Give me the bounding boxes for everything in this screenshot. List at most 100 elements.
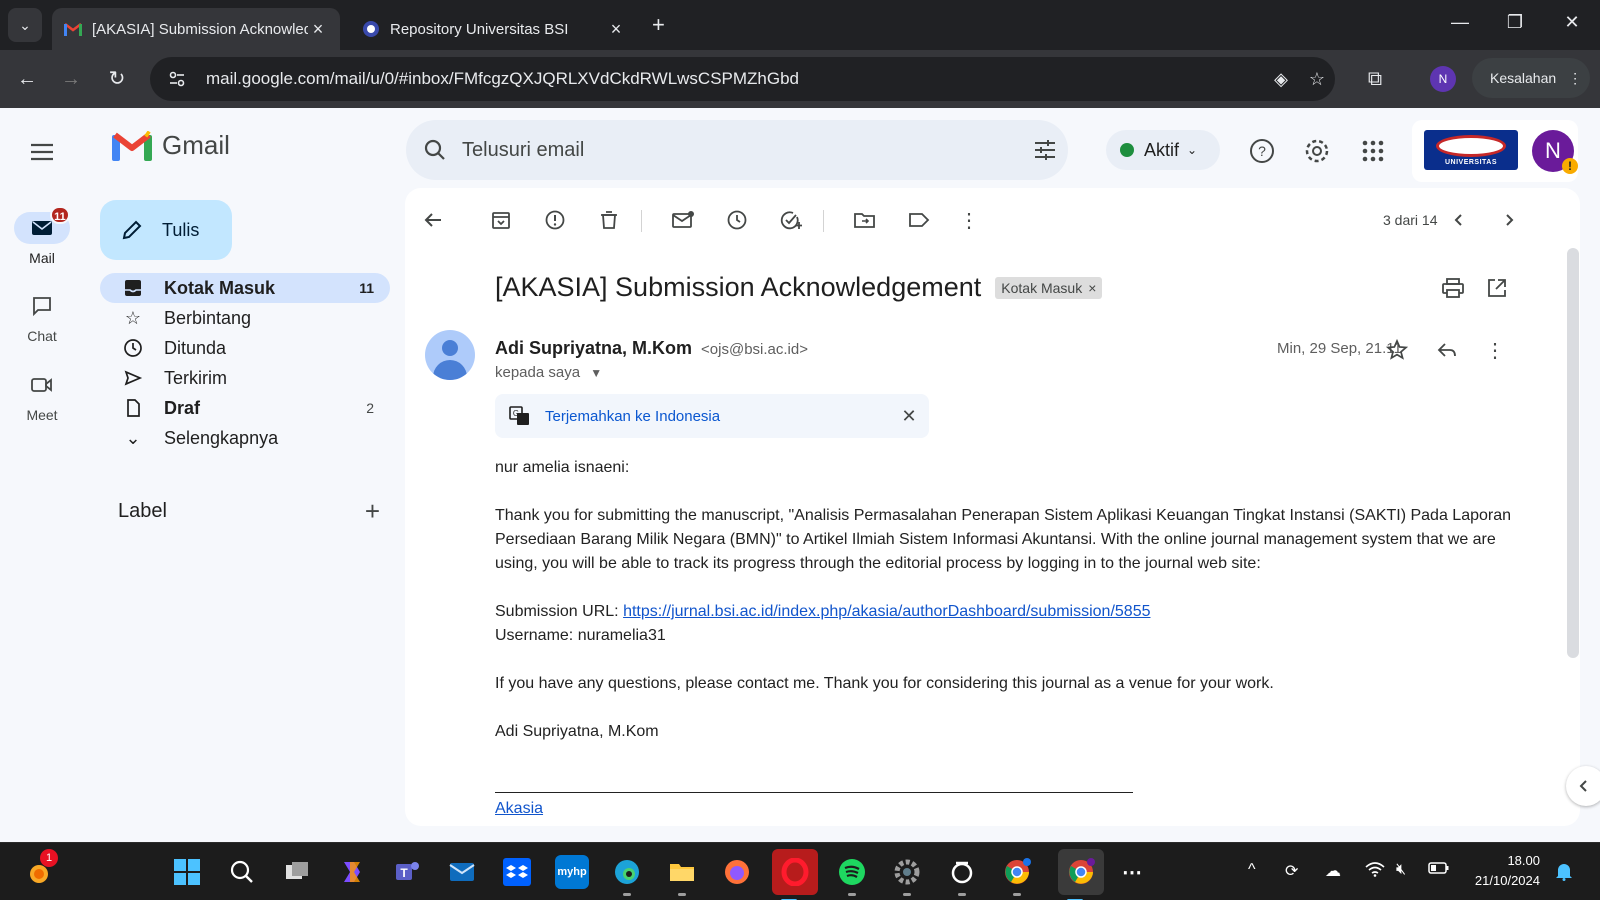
gmail-logo[interactable]: Gmail [112,130,230,161]
tab-search-button[interactable]: ⌄ [8,8,42,42]
windows-start-icon[interactable] [170,855,204,889]
search-bar[interactable]: Telusuri email [406,120,1068,180]
rail-chat[interactable]: Chat [0,290,84,344]
more-apps-icon[interactable]: ⋯ [1115,855,1149,889]
side-panel-toggle-icon[interactable] [1566,766,1600,806]
compose-button[interactable]: Tulis [100,200,232,260]
star-icon: ☆ [124,307,142,328]
sender-name[interactable]: Adi Supriyatna, M.Kom [495,338,692,358]
sender-avatar[interactable] [425,330,475,380]
search-icon[interactable] [225,855,259,889]
dismiss-translate-icon[interactable]: ✕ [889,406,929,427]
rail-meet[interactable]: Meet [0,369,84,423]
message-more-icon[interactable]: ⋮ [1481,336,1509,364]
notifications-bell-icon[interactable] [1555,861,1573,886]
translate-link[interactable]: Terjemahkan ke Indonesia [545,408,889,425]
battery-icon[interactable] [1428,861,1450,880]
account-switcher[interactable]: UNIVERSITAS N ! [1412,120,1578,182]
nav-sent[interactable]: Terkirim [100,363,390,393]
bookmark-star-icon[interactable]: ☆ [1299,69,1335,90]
star-message-icon[interactable] [1383,336,1411,364]
recipient-line[interactable]: kepada saya ▼ [495,364,602,381]
address-bar[interactable]: mail.google.com/mail/u/0/#inbox/FMfcgzQX… [150,57,1335,101]
tab-gmail[interactable]: [AKASIA] Submission Acknowledgement × [52,8,340,50]
extensions-icon[interactable]: ⧉ [1360,64,1390,94]
forward-icon[interactable]: → [56,64,86,94]
status-selector[interactable]: Aktif ⌄ [1106,130,1220,170]
archive-icon[interactable] [487,206,515,234]
back-to-inbox-icon[interactable] [419,206,447,234]
nav-snoozed[interactable]: Ditunda [100,333,390,363]
delete-icon[interactable] [595,206,623,234]
open-in-new-window-icon[interactable] [1483,274,1511,302]
search-options-icon[interactable] [1022,138,1068,162]
teams-icon[interactable]: T [390,855,424,889]
extension-diamond-icon[interactable]: ◈ [1263,69,1299,90]
close-tab-icon[interactable]: × [606,19,626,40]
reload-icon[interactable]: ↻ [102,64,132,94]
add-label-icon[interactable]: + [365,496,380,527]
submission-url-link[interactable]: https://jurnal.bsi.ac.id/index.php/akasi… [623,603,1150,620]
nav-inbox[interactable]: Kotak Masuk 11 [100,273,390,303]
close-tab-icon[interactable]: × [308,19,328,40]
sender-line: Adi Supriyatna, M.Kom <ojs@bsi.ac.id> [495,338,808,359]
main-menu-icon[interactable] [22,132,62,172]
nav-drafts[interactable]: Draf 2 [100,393,390,423]
account-avatar[interactable]: N ! [1532,130,1578,174]
print-icon[interactable] [1439,274,1467,302]
label-tag-icon[interactable] [905,206,933,234]
move-to-folder-icon[interactable] [851,206,879,234]
reply-icon[interactable] [1433,336,1461,364]
site-info-icon[interactable] [164,66,190,92]
back-icon[interactable]: ← [12,64,42,94]
copilot-icon[interactable] [335,855,369,889]
myhp-icon[interactable]: myhp [555,855,589,889]
task-view-icon[interactable] [280,855,314,889]
tab-repository[interactable]: Repository Universitas BSI × [350,8,638,50]
add-task-icon[interactable] [777,206,805,234]
older-chevron-right-icon[interactable] [1495,206,1523,234]
more-options-icon[interactable]: ⋮ [955,206,983,234]
mail-app-icon[interactable] [445,855,479,889]
browser-profile-avatar[interactable]: N [1430,66,1456,92]
rail-mail[interactable]: 11 Mail [0,206,84,266]
report-spam-icon[interactable] [541,206,569,234]
wifi-icon[interactable] [1365,861,1385,882]
snooze-clock-icon[interactable] [723,206,751,234]
edge-browser-icon[interactable] [610,855,644,896]
message-scrollbar[interactable] [1567,248,1579,658]
restore-icon[interactable]: ❐ [1495,12,1535,33]
spotify-icon[interactable] [835,855,869,896]
system-clock[interactable]: 18.00 21/10/2024 [1466,851,1540,891]
opera-icon[interactable] [772,849,818,900]
file-explorer-icon[interactable] [665,855,699,896]
settings-app-icon[interactable] [890,855,924,896]
chrome-profile-c-icon[interactable] [1000,855,1034,896]
remove-label-icon[interactable]: × [1088,280,1096,296]
settings-gear-icon[interactable] [1298,132,1336,170]
volume-muted-icon[interactable]: 🔇︎ [1396,861,1406,879]
search-icon[interactable] [422,137,448,163]
rail-label: Mail [29,250,55,266]
recipient-details-chevron-icon[interactable]: ▼ [590,366,602,380]
newer-chevron-left-icon[interactable] [1445,206,1473,234]
journal-footer-link[interactable]: Akasia [495,800,543,818]
help-icon[interactable]: ? [1243,132,1281,170]
apps-grid-icon[interactable] [1354,132,1392,170]
sync-icon[interactable]: ⟳ [1285,861,1298,881]
show-hidden-icons-chevron[interactable]: ^ [1248,861,1256,879]
minimize-icon[interactable]: — [1440,12,1480,33]
nav-more[interactable]: ⌄ Selengkapnya [100,423,390,453]
firefox-icon[interactable] [720,855,754,889]
avatar-initial: N [1545,138,1561,163]
dropbox-icon[interactable] [500,855,534,889]
nav-starred[interactable]: ☆ Berbintang [100,303,390,333]
onedrive-cloud-icon[interactable]: ☁ [1325,861,1341,881]
search-input[interactable]: Telusuri email [462,139,1022,162]
new-tab-icon[interactable]: + [652,12,665,38]
profile-error-button[interactable]: Kesalahan ⋮ [1472,58,1590,98]
chrome-profile-n-icon[interactable] [1058,849,1104,900]
ring-app-icon[interactable] [945,855,979,896]
close-window-icon[interactable]: ✕ [1552,12,1592,33]
mark-unread-icon[interactable] [669,206,697,234]
